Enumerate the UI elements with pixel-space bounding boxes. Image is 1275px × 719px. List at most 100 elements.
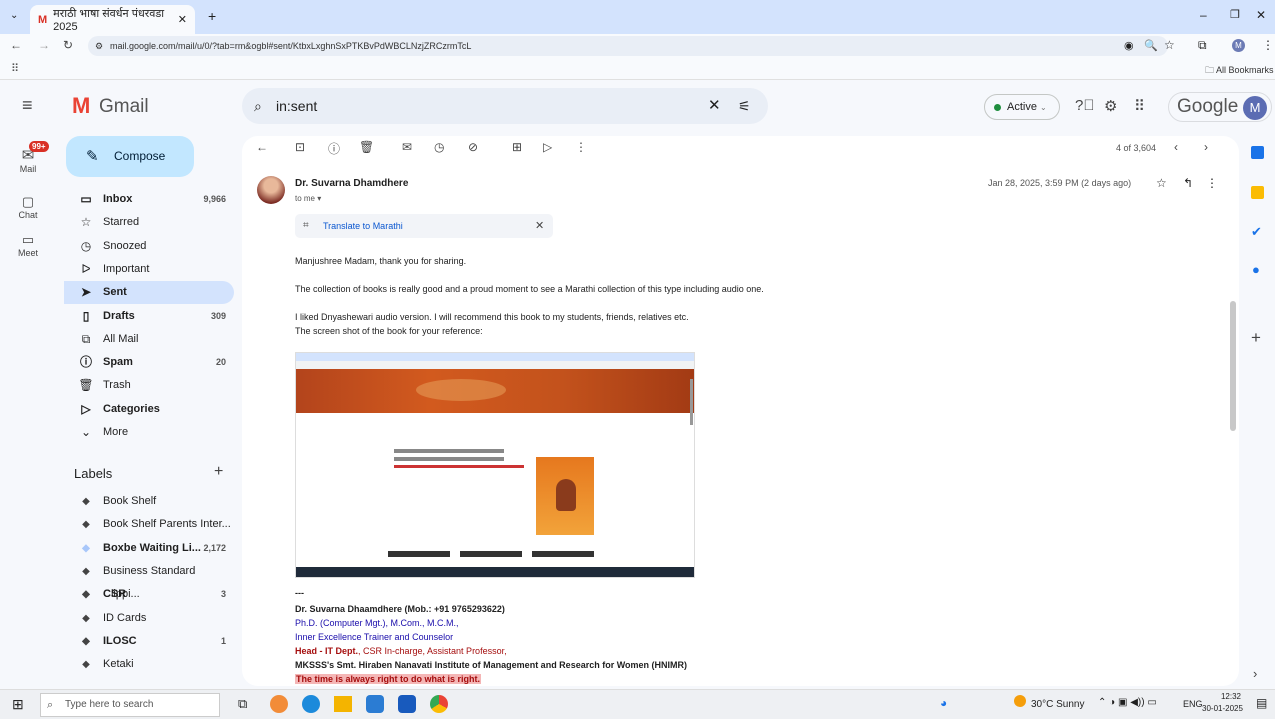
label-item[interactable]: ◆ Business Standard Clippi... [64,560,234,600]
taskbar-search-input[interactable]: ⌕ Type here to search [40,693,220,717]
apps-icon[interactable]: ⠿ [11,62,19,75]
calendar-icon[interactable] [1251,146,1264,159]
sidebar-item-more[interactable]: ⌄ More [64,421,234,444]
taskbar-app-icon[interactable] [366,695,384,713]
weather-text[interactable]: 30°C Sunny [1031,699,1084,710]
close-tab-icon[interactable]: ✕ [178,13,187,26]
avatar[interactable]: M [1243,96,1267,120]
get-addons-icon[interactable]: + [1251,328,1261,348]
delete-icon[interactable]: 🗑 [359,140,374,154]
rail-meet[interactable]: ▭ Meet [0,232,56,258]
sidebar-item-important[interactable]: ᐅ Important [64,258,234,281]
search-input[interactable]: ⌕ in:sent ✕ ⚟ [242,88,768,124]
sidebar-item-trash[interactable]: 🗑 Trash [64,374,234,397]
all-bookmarks-link[interactable]: 🗀 All Bookmarks [1205,63,1274,79]
search-icon[interactable]: ⌕ [254,88,262,124]
label-item[interactable]: ◆ Boxbe Waiting Li... 2,172 [64,537,234,560]
new-tab-icon[interactable]: + [208,8,216,24]
clock-date[interactable]: 30-01-2025 [1202,704,1243,713]
back-icon[interactable]: ← [10,38,22,52]
file-explorer-icon[interactable] [334,696,352,712]
more-options-icon[interactable]: ⋮ [575,140,587,154]
reply-icon[interactable]: ↰ [1183,176,1193,190]
sidebar-item-inbox[interactable]: ▭ Inbox 9,966 [64,188,234,211]
edge-icon[interactable] [302,695,320,713]
extensions-icon[interactable]: ⧉ [1198,38,1207,53]
snooze-icon[interactable]: ◷ [434,140,444,154]
notifications-icon[interactable]: ▤ [1256,696,1267,710]
label-icon[interactable]: ▷ [543,140,552,154]
mark-unread-icon[interactable]: ✉ [402,140,412,154]
add-task-icon[interactable]: ⊘ [468,140,478,154]
newer-icon[interactable]: ‹ [1174,140,1178,154]
site-info-icon[interactable]: ⚙ [95,36,103,56]
translate-banner[interactable]: ⌗ Translate to Marathi ✕ [295,214,553,238]
bookmark-star-icon[interactable]: ☆ [1164,38,1175,52]
star-icon[interactable]: ☆ [1156,176,1167,190]
clear-search-icon[interactable]: ✕ [708,88,721,124]
archive-icon[interactable]: ⊡ [295,140,305,154]
chrome-icon[interactable] [430,695,448,713]
reload-icon[interactable]: ↻ [63,38,73,52]
visibility-icon[interactable]: ◉ [1124,39,1134,52]
tray-icons[interactable]: ⌃ ◑ ▣ ◀)) ▭ [1098,697,1157,708]
chrome-menu-icon[interactable]: ⋮ [1262,38,1274,52]
tab-list-icon[interactable]: ⌄ [10,10,18,21]
weather-icon[interactable] [1014,695,1026,707]
label-item[interactable]: ◆ Book Shelf [64,490,234,513]
sidebar-item-snoozed[interactable]: ◷ Snoozed [64,235,234,258]
browser-tab[interactable]: M मराठी भाषा संवर्धन पंधरवडा 2025 ✕ [30,5,195,34]
sidebar-item-drafts[interactable]: ▯ Drafts 309 [64,305,234,328]
windows-start-icon[interactable]: ⊞ [12,696,24,713]
search-options-icon[interactable]: ⚟ [738,88,751,124]
rail-chat[interactable]: ▢ Chat [0,194,56,220]
label-item[interactable]: ◆ Ketaki [64,653,234,676]
show-side-panel-icon[interactable]: › [1253,666,1257,681]
label-item[interactable]: ◆ ILOSC 1 [64,630,234,653]
tasks-icon[interactable]: ✔ [1251,224,1262,240]
close-translate-icon[interactable]: ✕ [535,214,544,238]
zoom-icon[interactable]: 🔍 [1144,39,1158,52]
add-label-icon[interactable]: + [214,463,223,481]
contacts-icon[interactable]: ● [1252,262,1260,277]
older-icon[interactable]: › [1204,140,1208,154]
profile-avatar-icon[interactable]: M [1232,39,1245,52]
main-menu-icon[interactable]: ≡ [22,95,33,116]
google-apps-icon[interactable]: ⠿ [1134,97,1145,115]
sidebar-item-spam[interactable]: ⓘ Spam 20 [64,351,234,374]
move-to-icon[interactable]: ⊞ [512,140,522,154]
sidebar-item-all-mail[interactable]: ⧉ All Mail [64,328,234,351]
minimize-icon[interactable]: – [1200,8,1207,22]
label-item[interactable]: ◆ Book Shelf Parents Inter... [64,513,234,536]
back-to-list-icon[interactable]: ← [256,140,268,154]
message-more-icon[interactable]: ⋮ [1206,176,1218,190]
status-button[interactable]: Active ⌄ [984,94,1060,120]
restore-icon[interactable]: ❐ [1230,8,1240,21]
language-indicator[interactable]: ENG [1183,699,1203,709]
scrollbar-thumb[interactable] [1230,301,1236,431]
task-view-icon[interactable]: ⧉ [238,696,247,712]
embedded-screenshot-image[interactable] [295,352,695,578]
label-item[interactable]: ◆ ID Cards [64,607,234,630]
settings-gear-icon[interactable]: ⚙ [1104,97,1117,115]
report-spam-icon[interactable]: ⓘ [328,140,340,157]
sidebar-item-sent[interactable]: ➤ Sent [64,281,234,305]
account-switcher[interactable]: Google M [1168,92,1272,122]
tray-app-icon[interactable]: ◕ [940,696,947,710]
help-icon[interactable]: ?⃝ [1075,97,1095,114]
taskbar-app-icon[interactable] [270,695,288,713]
word-icon[interactable] [398,695,416,713]
sender-avatar[interactable] [257,176,285,204]
forward-icon[interactable]: → [38,38,50,52]
clock-time[interactable]: 12:32 [1212,692,1250,701]
gmail-logo-icon[interactable]: M [72,93,90,119]
recipient-details[interactable]: to me ▾ [295,194,321,203]
close-window-icon[interactable]: ✕ [1256,8,1266,22]
keep-icon[interactable] [1251,186,1264,199]
sender-name[interactable]: Dr. Suvarna Dhamdhere [295,178,408,189]
sidebar-item-starred[interactable]: ☆ Starred [64,211,234,234]
compose-button[interactable]: ✎ Compose [66,136,194,177]
label-item[interactable]: ◆ CSR 3 [64,583,234,606]
address-bar[interactable]: ⚙ mail.google.com/mail/u/0/?tab=rm&ogbl#… [88,36,1168,56]
rail-mail[interactable]: ✉ 99+ Mail [0,141,56,174]
